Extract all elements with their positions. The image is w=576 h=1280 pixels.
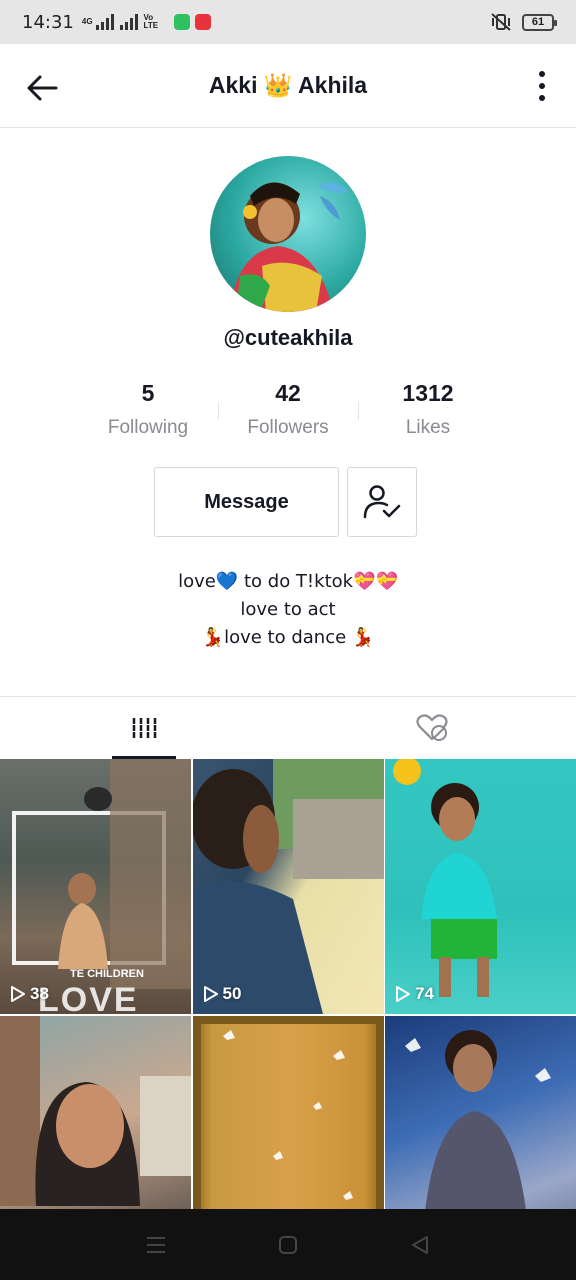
profile-stats: 5 Following 42 Followers 1312 Likes xyxy=(78,380,498,439)
view-count-value: 50 xyxy=(222,984,242,1003)
thumbnail-caption: TE CHILDREN xyxy=(70,968,144,980)
bio-line: love to act xyxy=(240,599,336,620)
dot xyxy=(539,95,545,101)
back-button[interactable] xyxy=(22,68,62,108)
followers-count: 42 xyxy=(275,380,301,406)
dot xyxy=(539,83,545,89)
thumbnail-big-text: LOVE xyxy=(38,981,139,1014)
likes-label: Likes xyxy=(405,417,451,438)
page-title: Akki 👑 Akhila xyxy=(208,72,368,98)
video-thumbnail[interactable]: 74 xyxy=(385,759,576,1014)
profile-tabs xyxy=(0,696,576,759)
following-stat[interactable]: 5 Following xyxy=(78,380,218,439)
menu-icon[interactable] xyxy=(145,1235,167,1255)
user-check-icon xyxy=(363,485,401,519)
view-count-value: 74 xyxy=(415,984,434,1003)
signal-icon xyxy=(95,14,116,30)
back-triangle-icon[interactable] xyxy=(409,1234,431,1256)
view-count: 74 xyxy=(395,984,434,1004)
dot xyxy=(539,71,545,77)
thumbnail-art xyxy=(192,759,384,1014)
following-toggle-button[interactable] xyxy=(347,467,417,537)
system-nav-bar xyxy=(0,1209,576,1280)
tab-liked[interactable] xyxy=(288,697,576,759)
view-count: 38 xyxy=(10,984,49,1004)
likes-count: 1312 xyxy=(402,380,454,406)
more-options-button[interactable] xyxy=(530,66,554,106)
recorder-app-icon xyxy=(194,14,211,30)
video-thumbnail[interactable]: 50 xyxy=(192,759,384,1014)
profile-header: Akki 👑 Akhila xyxy=(0,44,576,128)
battery-indicator: 61 xyxy=(522,13,557,31)
profile-bio: love💙 to do T!ktok💝💝 love to act 💃love t… xyxy=(0,568,576,652)
volte-label: Vo LTE xyxy=(143,13,159,30)
arrow-left-icon xyxy=(27,75,58,101)
network-type-label: 4G xyxy=(81,17,93,26)
play-icon xyxy=(396,986,410,1002)
view-count-value: 38 xyxy=(30,984,49,1003)
following-count: 5 xyxy=(141,380,155,406)
view-count: 50 xyxy=(203,984,242,1004)
bio-line: love💙 to do T!ktok💝💝 xyxy=(178,571,398,592)
tab-videos[interactable] xyxy=(0,697,288,759)
play-icon xyxy=(203,986,218,1002)
vibrate-mute-icon xyxy=(491,13,511,31)
signal-icon-2 xyxy=(119,14,140,30)
video-thumbnail[interactable]: TE CHILDREN LOVE 38 xyxy=(0,759,191,1014)
following-label: Following xyxy=(107,417,189,438)
videos-grid-icon xyxy=(132,718,157,738)
avatar-image xyxy=(230,182,348,312)
status-bar: 14:31 4G Vo LTE 61 xyxy=(0,0,576,44)
followers-stat[interactable]: 42 Followers xyxy=(218,380,358,439)
profile-actions: Message xyxy=(154,467,417,537)
play-icon xyxy=(11,986,25,1002)
message-button[interactable]: Message xyxy=(154,467,339,537)
likes-stat: 1312 Likes xyxy=(358,380,498,439)
avatar[interactable] xyxy=(210,156,366,312)
home-icon[interactable] xyxy=(277,1234,299,1256)
video-grid: TE CHILDREN LOVE 38 50 74 xyxy=(0,759,576,1271)
chat-app-icon xyxy=(173,14,190,30)
username-handle: @cuteakhila xyxy=(223,325,353,350)
status-time: 14:31 xyxy=(22,11,74,33)
liked-hidden-icon xyxy=(416,714,448,741)
thumbnail-art xyxy=(393,759,497,997)
bio-line: 💃love to dance 💃 xyxy=(201,627,375,648)
followers-label: Followers xyxy=(247,417,329,438)
